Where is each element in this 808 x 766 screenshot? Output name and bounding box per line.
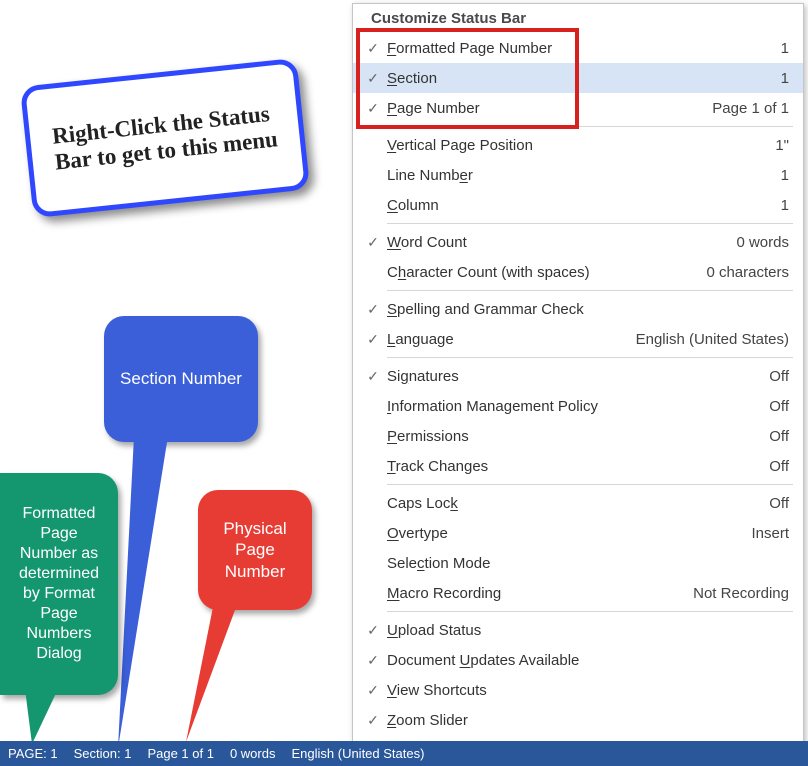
menu-title: Customize Status Bar bbox=[353, 4, 803, 33]
menu-item-label: Upload Status bbox=[387, 622, 781, 639]
menu-item-value: 0 words bbox=[728, 234, 789, 251]
status-word-count[interactable]: 0 words bbox=[230, 746, 276, 761]
check-icon: ✓ bbox=[359, 331, 387, 348]
menu-item-value: Insert bbox=[743, 525, 789, 542]
menu-item[interactable]: ✓Upload Status bbox=[353, 615, 803, 645]
menu-item-label: Signatures bbox=[387, 368, 761, 385]
menu-item[interactable]: Information Management PolicyOff bbox=[353, 391, 803, 421]
menu-item[interactable]: ✓Section1 bbox=[353, 63, 803, 93]
menu-item-value: Off bbox=[761, 368, 789, 385]
menu-item-label: Permissions bbox=[387, 428, 761, 445]
callout-instruction-text: Right-Click the Status Bar to get to thi… bbox=[51, 100, 279, 176]
menu-item[interactable]: Line Number1 bbox=[353, 160, 803, 190]
check-icon: ✓ bbox=[359, 234, 387, 251]
menu-item[interactable]: Column1 bbox=[353, 190, 803, 220]
check-icon: ✓ bbox=[359, 70, 387, 87]
menu-item[interactable]: Vertical Page Position1" bbox=[353, 130, 803, 160]
menu-item-label: Page Number bbox=[387, 100, 704, 117]
menu-item-value: 1 bbox=[773, 167, 789, 184]
menu-item-label: Spelling and Grammar Check bbox=[387, 301, 781, 318]
callout-tail-icon bbox=[20, 689, 70, 749]
menu-item-value: English (United States) bbox=[628, 331, 789, 348]
menu-item-label: Track Changes bbox=[387, 458, 761, 475]
menu-item-label: Zoom Slider bbox=[387, 712, 781, 729]
menu-item-label: Section bbox=[387, 70, 773, 87]
menu-item-label: View Shortcuts bbox=[387, 682, 781, 699]
menu-item-value: 0 characters bbox=[698, 264, 789, 281]
menu-item-value: Not Recording bbox=[685, 585, 789, 602]
menu-item-label: Caps Lock bbox=[387, 495, 761, 512]
menu-item-value: Off bbox=[761, 495, 789, 512]
callout-tail-icon bbox=[116, 436, 176, 756]
callout-tail-icon bbox=[186, 602, 246, 752]
status-page-formatted[interactable]: PAGE: 1 bbox=[8, 746, 58, 761]
check-icon: ✓ bbox=[359, 368, 387, 385]
menu-item-value: Off bbox=[761, 458, 789, 475]
menu-separator bbox=[387, 223, 793, 224]
menu-separator bbox=[387, 290, 793, 291]
menu-item[interactable]: Macro RecordingNot Recording bbox=[353, 578, 803, 608]
menu-item-label: Line Number bbox=[387, 167, 773, 184]
check-icon: ✓ bbox=[359, 301, 387, 318]
callout-physical-page-number: Physical Page Number bbox=[198, 490, 312, 610]
status-page-physical[interactable]: Page 1 of 1 bbox=[147, 746, 214, 761]
menu-item[interactable]: ✓SignaturesOff bbox=[353, 361, 803, 391]
check-icon: ✓ bbox=[359, 622, 387, 639]
status-section[interactable]: Section: 1 bbox=[74, 746, 132, 761]
menu-item-value: Off bbox=[761, 428, 789, 445]
menu-item[interactable]: ✓Page NumberPage 1 of 1 bbox=[353, 93, 803, 123]
menu-item[interactable]: ✓Spelling and Grammar Check bbox=[353, 294, 803, 324]
menu-item-label: Macro Recording bbox=[387, 585, 685, 602]
menu-item[interactable]: ✓View Shortcuts bbox=[353, 675, 803, 705]
check-icon: ✓ bbox=[359, 40, 387, 57]
menu-separator bbox=[387, 126, 793, 127]
callout-section-number: Section Number bbox=[104, 316, 258, 442]
menu-separator bbox=[387, 357, 793, 358]
customize-status-bar-menu[interactable]: Customize Status Bar ✓Formatted Page Num… bbox=[352, 3, 804, 766]
menu-item-label: Document Updates Available bbox=[387, 652, 781, 669]
menu-item[interactable]: Caps LockOff bbox=[353, 488, 803, 518]
menu-item[interactable]: Character Count (with spaces)0 character… bbox=[353, 257, 803, 287]
menu-item-value: 1 bbox=[773, 70, 789, 87]
menu-separator bbox=[387, 484, 793, 485]
menu-item[interactable]: Selection Mode bbox=[353, 548, 803, 578]
menu-item[interactable]: ✓LanguageEnglish (United States) bbox=[353, 324, 803, 354]
menu-item[interactable]: ✓Document Updates Available bbox=[353, 645, 803, 675]
menu-item[interactable]: ✓Formatted Page Number1 bbox=[353, 33, 803, 63]
menu-item-label: Information Management Policy bbox=[387, 398, 761, 415]
callout-formatted-page-number-text: Formatted Page Number as determined by F… bbox=[12, 504, 106, 664]
callout-instruction: Right-Click the Status Bar to get to thi… bbox=[20, 58, 310, 218]
menu-item[interactable]: Track ChangesOff bbox=[353, 451, 803, 481]
menu-item-value: 1 bbox=[773, 40, 789, 57]
check-icon: ✓ bbox=[359, 100, 387, 117]
status-language[interactable]: English (United States) bbox=[291, 746, 424, 761]
menu-item-value: 1 bbox=[773, 197, 789, 214]
menu-item-value: 1" bbox=[767, 137, 789, 154]
menu-item-label: Word Count bbox=[387, 234, 728, 251]
callout-physical-page-number-text: Physical Page Number bbox=[210, 518, 300, 582]
menu-separator bbox=[387, 611, 793, 612]
menu-item-label: Language bbox=[387, 331, 628, 348]
menu-item[interactable]: ✓Zoom Slider bbox=[353, 705, 803, 735]
menu-item-label: Formatted Page Number bbox=[387, 40, 773, 57]
menu-item-value: Off bbox=[761, 398, 789, 415]
menu-item-value: Page 1 of 1 bbox=[704, 100, 789, 117]
menu-item-label: Overtype bbox=[387, 525, 743, 542]
check-icon: ✓ bbox=[359, 682, 387, 699]
menu-item-label: Column bbox=[387, 197, 773, 214]
callout-section-number-text: Section Number bbox=[120, 368, 242, 389]
menu-item[interactable]: PermissionsOff bbox=[353, 421, 803, 451]
check-icon: ✓ bbox=[359, 712, 387, 729]
menu-item[interactable]: OvertypeInsert bbox=[353, 518, 803, 548]
menu-item-label: Selection Mode bbox=[387, 555, 781, 572]
menu-item-label: Vertical Page Position bbox=[387, 137, 767, 154]
menu-item[interactable]: ✓Word Count0 words bbox=[353, 227, 803, 257]
menu-item-label: Character Count (with spaces) bbox=[387, 264, 698, 281]
callout-formatted-page-number: Formatted Page Number as determined by F… bbox=[0, 473, 118, 695]
status-bar[interactable]: PAGE: 1 Section: 1 Page 1 of 1 0 words Engli… bbox=[0, 741, 808, 766]
check-icon: ✓ bbox=[359, 652, 387, 669]
